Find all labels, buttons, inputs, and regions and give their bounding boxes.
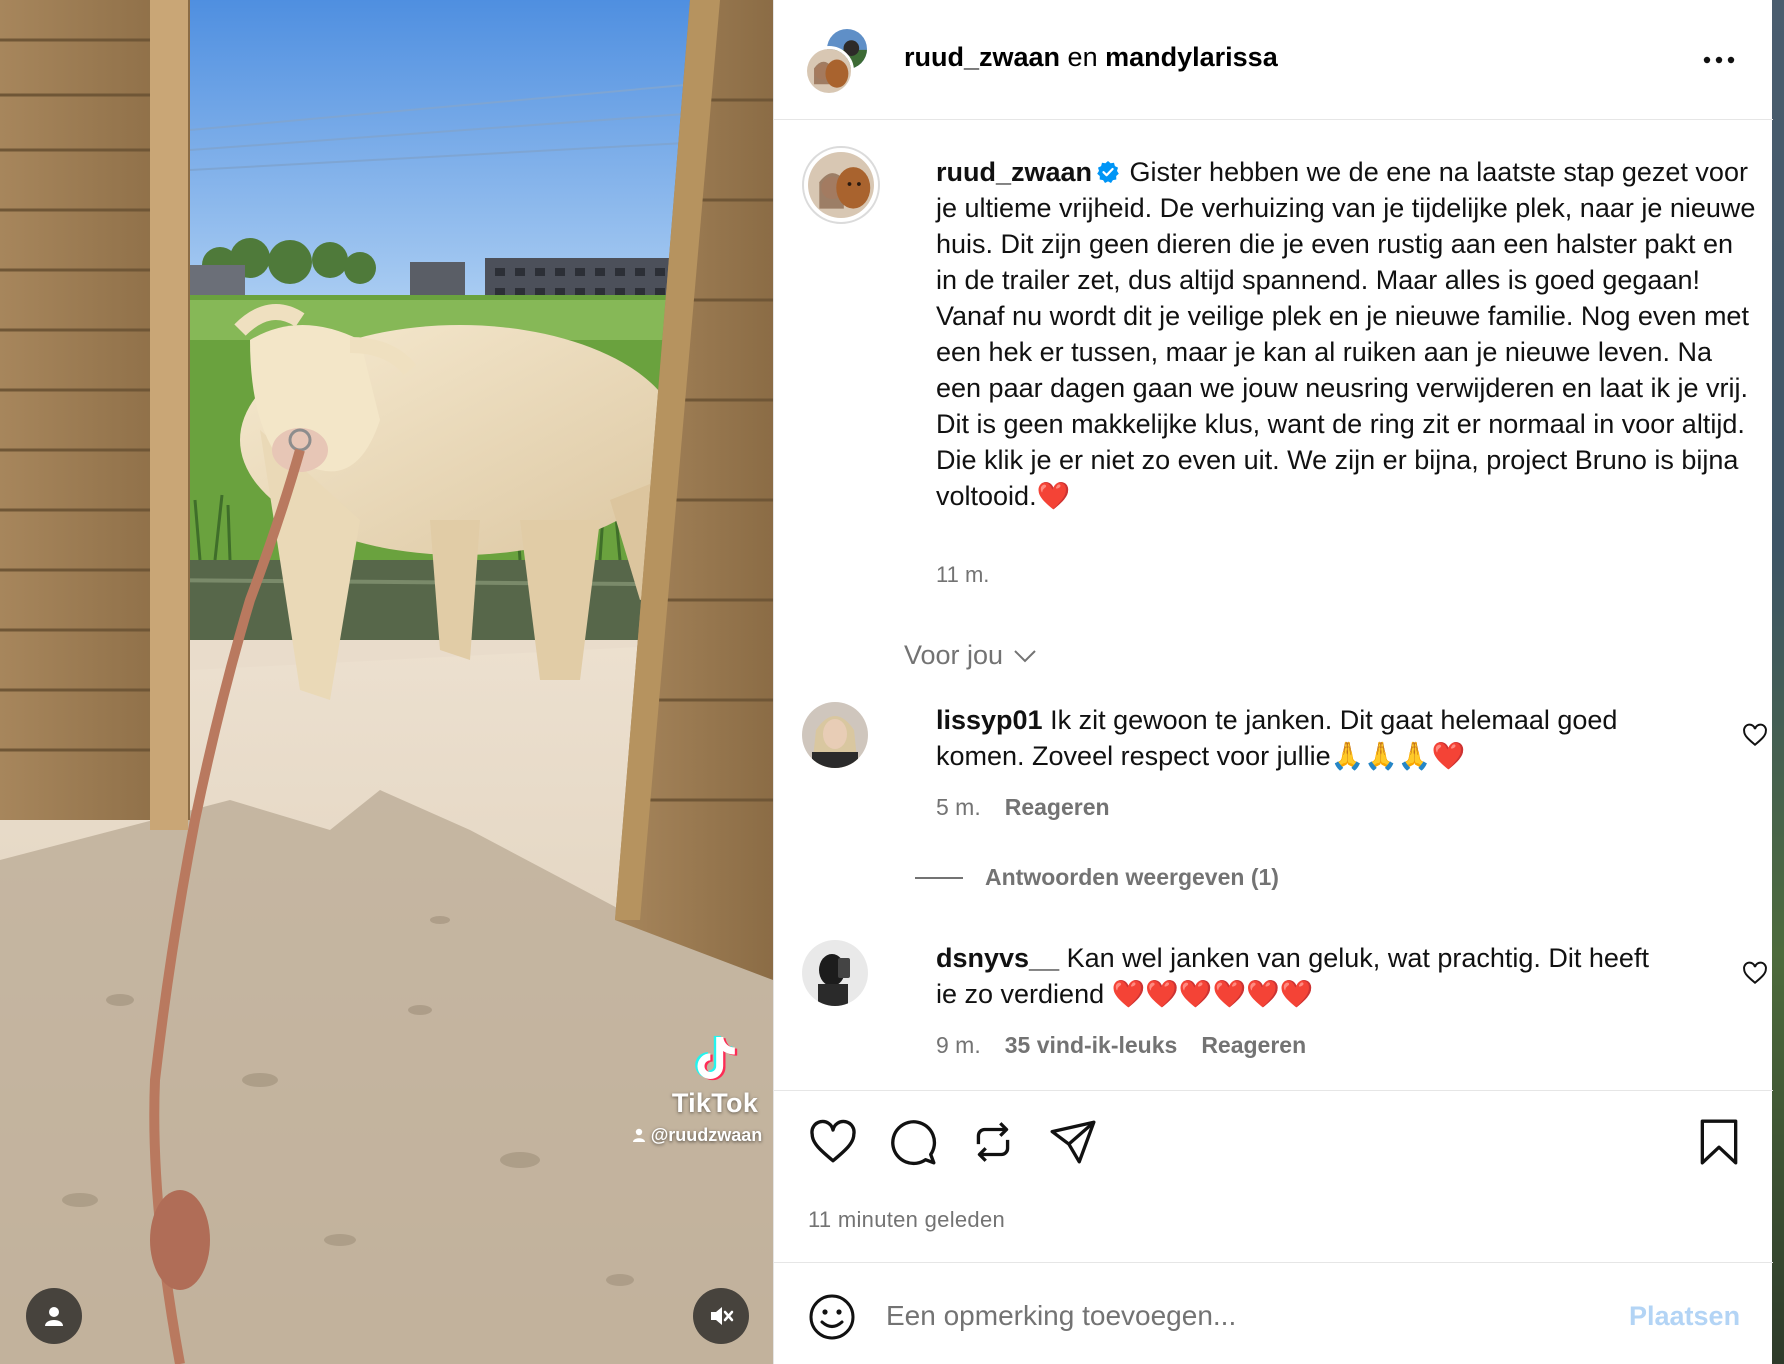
comment-time: 9 m. xyxy=(936,1032,981,1058)
video-frame-bull-in-paddock xyxy=(0,0,773,1364)
heart-icon[interactable] xyxy=(808,1117,858,1167)
verified-badge-icon xyxy=(1097,161,1119,183)
smiley-icon[interactable] xyxy=(808,1293,856,1341)
tiktok-watermark: TikTok @ruudzwaan xyxy=(632,1030,770,1146)
speaker-muted-icon xyxy=(711,1307,734,1325)
post-timestamp: 11 minuten geleden xyxy=(808,1207,1006,1232)
comment-input[interactable] xyxy=(886,1291,1586,1341)
view-replies-button[interactable]: Antwoorden weergeven (1) xyxy=(915,864,1279,891)
comment-meta: 5 m. Reageren xyxy=(936,794,1110,821)
reply-button[interactable]: Reageren xyxy=(1005,794,1110,821)
mute-toggle-button[interactable] xyxy=(693,1288,749,1344)
tiktok-logo-icon xyxy=(695,1035,738,1081)
avatar-ruud-zwaan[interactable] xyxy=(804,46,854,96)
comment-username[interactable]: dsnyvs__ xyxy=(936,943,1059,973)
bookmark-icon[interactable] xyxy=(1694,1117,1744,1167)
comments-filter-label: Voor jou xyxy=(904,640,1004,670)
caption-body: Gister hebben we de ene na laatste stap … xyxy=(936,157,1756,511)
tagged-users-button[interactable] xyxy=(26,1288,82,1344)
tiktok-handle: @ruudzwaan xyxy=(624,1125,770,1146)
post-authors: ruud_zwaan en mandylarissa xyxy=(904,42,1278,73)
comment-avatar[interactable] xyxy=(802,702,868,768)
authors-connector: en xyxy=(1067,42,1098,72)
caption-username[interactable]: ruud_zwaan xyxy=(936,157,1092,187)
caption-text: ruud_zwaan Gister hebben we de ene na la… xyxy=(936,154,1756,514)
comment-composer: Plaatsen xyxy=(774,1262,1773,1364)
comment-text: lissyp01 Ik zit gewoon te janken. Dit ga… xyxy=(936,702,1676,774)
post-media-video[interactable]: TikTok @ruudzwaan xyxy=(0,0,773,1364)
user-icon xyxy=(632,1128,645,1142)
post-detail-panel: ruud_zwaan en mandylarissa ruud_zwaan Gi… xyxy=(773,0,1784,1364)
reply-button[interactable]: Reageren xyxy=(1201,1032,1306,1059)
comment-text: dsnyvs__ Kan wel janken van geluk, wat p… xyxy=(936,940,1676,1012)
avatar-image xyxy=(808,152,874,218)
post-actions: 11 minuten geleden xyxy=(774,1090,1773,1280)
comment-username[interactable]: lissyp01 xyxy=(936,705,1043,735)
comment-meta: 9 m. 35 vind-ik-leuks Reageren xyxy=(936,1032,1306,1059)
post-header: ruud_zwaan en mandylarissa xyxy=(774,0,1773,120)
heart-icon[interactable] xyxy=(1742,722,1768,748)
comment-avatar[interactable] xyxy=(802,940,868,1006)
tiktok-handle-text: @ruudzwaan xyxy=(650,1125,763,1145)
avatar-image xyxy=(802,702,868,768)
comment-time: 5 m. xyxy=(936,794,981,820)
repost-icon[interactable] xyxy=(968,1117,1018,1167)
caption-avatar[interactable] xyxy=(802,146,880,224)
post-comment-button[interactable]: Plaatsen xyxy=(1629,1301,1740,1332)
comments-filter-dropdown[interactable]: Voor jou xyxy=(904,640,1037,671)
replies-divider xyxy=(915,876,963,879)
user-icon xyxy=(45,1307,63,1326)
view-replies-label: Antwoorden weergeven (1) xyxy=(985,864,1279,890)
avatar-image xyxy=(807,49,851,93)
avatar-image xyxy=(802,940,868,1006)
more-horizontal-icon[interactable] xyxy=(1699,50,1739,70)
tiktok-brand: TikTok xyxy=(671,1088,759,1118)
background-edge xyxy=(1772,0,1784,1364)
caption-timestamp: 11 m. xyxy=(936,562,990,587)
comment-bubble-icon[interactable] xyxy=(888,1117,938,1167)
author-link-mandylarissa[interactable]: mandylarissa xyxy=(1105,42,1278,72)
chevron-down-icon xyxy=(1014,649,1036,662)
author-link-ruud-zwaan[interactable]: ruud_zwaan xyxy=(904,42,1060,72)
collab-avatars[interactable] xyxy=(804,26,870,96)
heart-icon[interactable] xyxy=(1742,960,1768,986)
paper-plane-icon[interactable] xyxy=(1048,1117,1098,1167)
comment-likes-count[interactable]: 35 vind-ik-leuks xyxy=(1005,1032,1178,1059)
